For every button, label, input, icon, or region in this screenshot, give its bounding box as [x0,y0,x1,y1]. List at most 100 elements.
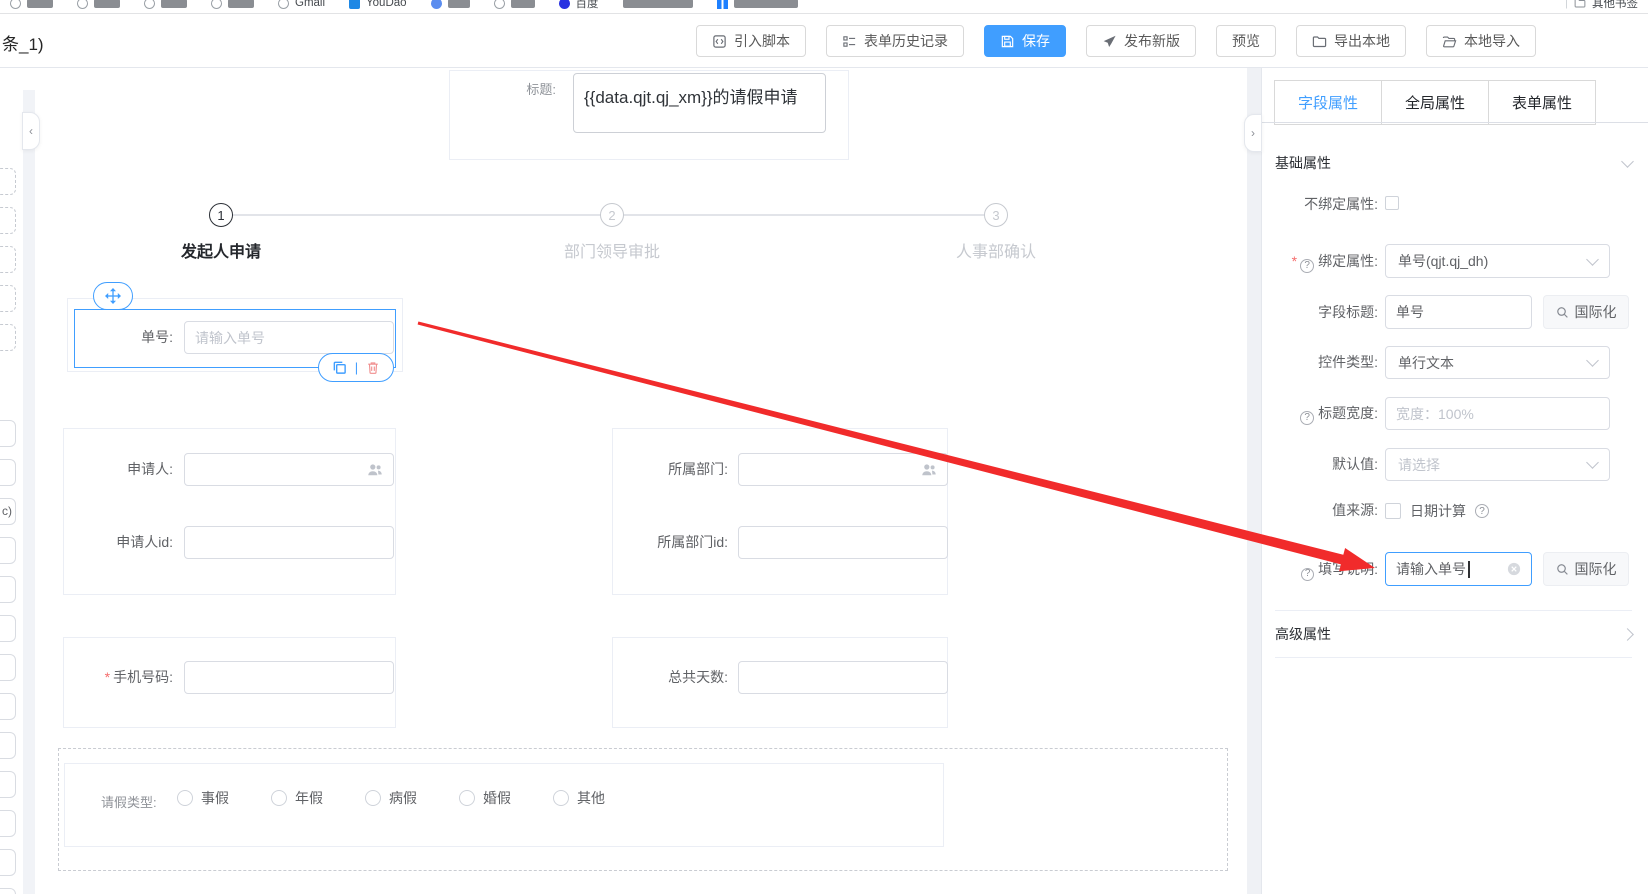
search-icon [1556,306,1568,318]
chevron-down-icon [1586,456,1599,469]
bookmark-item[interactable] [211,0,254,9]
bookmark-item[interactable] [10,0,53,9]
applicant-id-input[interactable] [184,526,394,559]
step-circle-1: 1 [209,203,233,227]
tab-field-properties[interactable]: 字段属性 [1274,80,1382,125]
clear-icon[interactable] [1507,562,1521,576]
bookmark-item[interactable] [430,0,470,9]
globe-icon [144,0,155,9]
applicant-input[interactable] [184,453,394,486]
form-title: 条_1) [2,35,44,54]
component-palette-item[interactable] [0,285,16,312]
order-number-input[interactable] [184,321,394,354]
component-palette-item[interactable] [0,459,16,486]
field-widget-total-days[interactable]: 总共天数: [612,637,948,728]
export-local-button[interactable]: 导出本地 [1296,25,1406,57]
radio-option[interactable]: 婚假 [459,788,511,808]
component-palette-item[interactable] [0,654,16,681]
left-scrollbar[interactable] [23,90,35,894]
component-palette-item[interactable] [0,849,16,876]
save-button[interactable]: 保存 [984,25,1066,57]
field-widget-department-group[interactable]: 所属部门: 所属部门id: [612,428,948,595]
globe-icon [77,0,88,9]
field-title-input[interactable] [1385,295,1532,329]
default-value-select[interactable]: 请选择 [1385,448,1610,481]
radio-option[interactable]: 其他 [553,788,605,808]
users-icon [922,463,936,475]
component-palette-item[interactable] [0,420,16,447]
radio-icon[interactable] [365,790,381,806]
preview-button[interactable]: 预览 [1216,25,1276,57]
unbind-checkbox[interactable] [1385,196,1399,210]
component-palette-item[interactable] [0,207,16,234]
i18n-button[interactable]: 国际化 [1543,295,1629,329]
radio-option[interactable]: 事假 [177,788,229,808]
component-palette-item[interactable] [0,246,16,273]
help-icon: ? [1300,259,1315,273]
radio-icon[interactable] [553,790,569,806]
radio-option[interactable]: 年假 [271,788,323,808]
advanced-section-header[interactable]: 高级属性 [1275,610,1634,658]
trash-icon[interactable] [366,360,380,375]
collapse-left-panel-button[interactable]: ‹ [22,112,40,150]
drag-move-handle[interactable] [93,282,133,310]
department-input[interactable] [738,453,948,486]
bookmark-item[interactable]: Gmail [278,0,325,9]
bookmark-item[interactable] [144,0,187,9]
panel-scrollbar[interactable] [1247,68,1261,894]
import-local-button[interactable]: 本地导入 [1426,25,1536,57]
component-palette-item[interactable] [0,732,16,759]
basic-section-header[interactable]: 基础属性 [1275,146,1634,180]
layout-container[interactable]: 请假类型: 事假 年假 病假 婚假 其他 [58,748,1228,871]
bookmark-item[interactable]: YouDao [349,0,407,9]
folder-icon [1312,35,1327,47]
bind-property-select[interactable]: 单号(qjt.qj_dh) [1385,244,1610,278]
component-palette-item[interactable] [0,771,16,798]
bookmark-item[interactable] [622,0,693,8]
copy-icon[interactable] [332,360,347,375]
title-widget[interactable]: 标题: {{data.qjt.qj_xm}}的请假申请 [449,70,849,160]
phone-input[interactable] [184,661,394,694]
step-connector [233,214,601,216]
date-calc-checkbox[interactable] [1385,503,1401,519]
component-palette-item[interactable]: c) [0,498,16,525]
title-width-input[interactable] [1385,397,1610,430]
field-widget-leave-type[interactable]: 请假类型: 事假 年假 病假 婚假 其他 [64,763,944,847]
total-days-input[interactable] [738,661,948,694]
import-script-button[interactable]: 引入脚本 [696,25,806,57]
tab-global-properties[interactable]: 全局属性 [1381,80,1489,125]
bookmark-item[interactable] [77,0,120,9]
radio-icon[interactable] [177,790,193,806]
component-palette-item[interactable] [0,810,16,837]
bookmark-other-folder[interactable]: | 其他书签 [1565,0,1638,11]
avatar-icon [430,0,442,9]
tab-form-properties[interactable]: 表单属性 [1488,80,1596,125]
bookmark-item[interactable] [493,0,535,9]
field-widget-phone[interactable]: * 手机号码: [63,637,396,728]
component-palette-item[interactable] [0,693,16,720]
save-icon [1001,35,1014,47]
component-palette-item[interactable] [0,168,16,195]
component-palette-item[interactable] [0,888,16,894]
department-id-input[interactable] [738,526,948,559]
publish-button[interactable]: 发布新版 [1086,25,1196,57]
form-title-textarea[interactable]: {{data.qjt.qj_xm}}的请假申请 [573,73,826,133]
field-widget-order-number[interactable]: 单号: | [67,282,403,382]
radio-icon[interactable] [459,790,475,806]
component-palette-item[interactable] [0,537,16,564]
panel-left-border [1261,68,1262,894]
widget-type-select[interactable]: 单行文本 [1385,346,1610,379]
bookmark-item[interactable]: 百度 [558,0,599,11]
radio-option[interactable]: 病假 [365,788,417,808]
description-input[interactable]: 请输入单号 [1385,552,1532,586]
collapse-right-panel-button[interactable]: › [1244,114,1262,152]
bookmark-item[interactable] [716,0,798,9]
form-history-button[interactable]: 表单历史记录 [826,25,964,57]
component-palette-item[interactable] [0,576,16,603]
component-palette-item[interactable] [0,615,16,642]
field-widget-applicant-group[interactable]: 申请人: 申请人id: [63,428,396,595]
radio-icon[interactable] [271,790,287,806]
component-palette-item[interactable] [0,324,16,351]
i18n-button[interactable]: 国际化 [1543,552,1629,586]
toolbar: 引入脚本 表单历史记录 保存 发布新版 预览 导出本地 本地导入 [696,25,1536,57]
